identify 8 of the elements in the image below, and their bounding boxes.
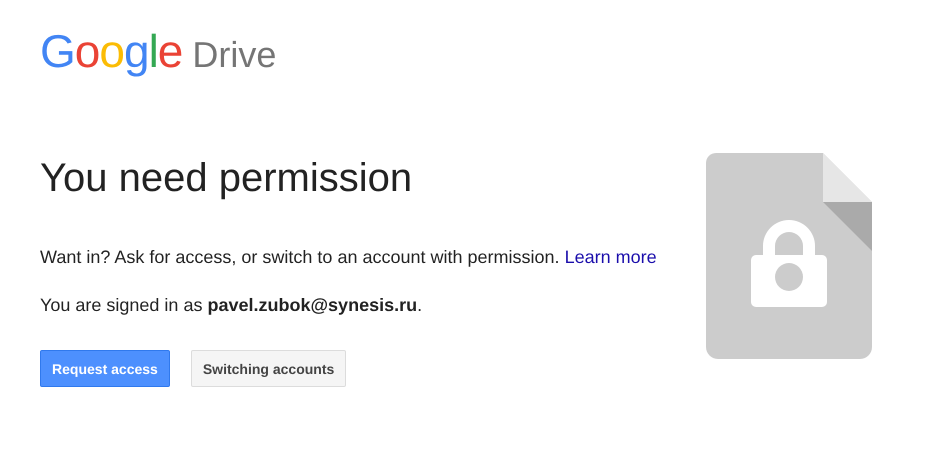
logo-wordmark: Google (40, 28, 182, 74)
product-name: Drive (192, 37, 276, 73)
switch-accounts-button[interactable]: Switching accounts (190, 350, 346, 387)
access-message: Want in? Ask for access, or switch to an account with permission. Learn more (40, 246, 658, 269)
learn-more-link[interactable]: Learn more (564, 247, 657, 267)
locked-file-icon (706, 153, 872, 359)
page-heading: You need permission (40, 155, 414, 202)
signed-in-text: You are signed in as pavel.zubok@synesis.ru. (40, 294, 424, 317)
